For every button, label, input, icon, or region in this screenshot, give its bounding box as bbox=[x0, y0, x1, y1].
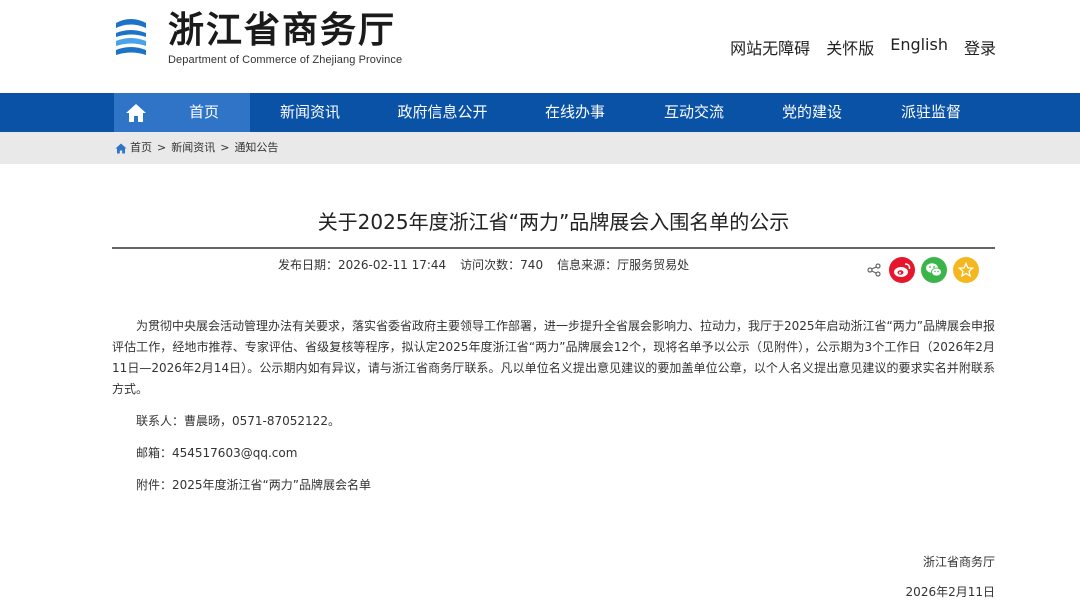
contact-line: 联系人：曹晨旸，0571-87052122。 bbox=[136, 414, 340, 428]
site-header: 浙江省商务厅 Department of Commerce of Zhejian… bbox=[0, 0, 1080, 93]
nav-home-button[interactable] bbox=[114, 93, 158, 132]
main-nav: 首页 新闻资讯 政府信息公开 在线办事 互动交流 党的建设 派驻监督 bbox=[0, 93, 1080, 132]
weibo-icon bbox=[894, 263, 911, 277]
article-meta: 发布日期：2026-02-11 17:44 访问次数：740 信息来源：厅服务贸… bbox=[278, 256, 689, 273]
visit-count: 740 bbox=[520, 258, 544, 272]
publish-date: 2026-02-11 17:44 bbox=[338, 258, 447, 272]
signature-org: 浙江省商务厅 bbox=[922, 555, 995, 569]
breadcrumb-bar: 首页 > 新闻资讯 > 通知公告 bbox=[0, 132, 1080, 164]
nav-item-party[interactable]: 党的建设 bbox=[762, 93, 862, 132]
article-paragraph: 为贯彻中央展会活动管理办法有关要求，落实省委省政府主要领导工作部署，进一步提升全… bbox=[112, 319, 995, 396]
login-link[interactable]: 登录 bbox=[964, 35, 996, 59]
nav-item-interaction[interactable]: 互动交流 bbox=[644, 93, 744, 132]
site-logo[interactable]: 浙江省商务厅 Department of Commerce of Zhejian… bbox=[112, 10, 402, 66]
elder-care-link[interactable]: 关怀版 bbox=[826, 35, 874, 59]
wechat-icon bbox=[926, 263, 942, 277]
logo-subtitle: Department of Commerce of Zhejiang Provi… bbox=[168, 54, 403, 66]
home-icon bbox=[126, 103, 146, 122]
article-body: 为贯彻中央展会活动管理办法有关要求，落实省委省政府主要领导工作部署，进一步提升全… bbox=[112, 316, 995, 496]
article-title: 关于2025年度浙江省“两力”品牌展会入围名单的公示 bbox=[317, 210, 790, 234]
share-weibo-button[interactable] bbox=[889, 257, 915, 283]
star-icon bbox=[958, 262, 974, 278]
nav-item-gov-info[interactable]: 政府信息公开 bbox=[385, 93, 500, 132]
breadcrumb: 首页 > 新闻资讯 > 通知公告 bbox=[115, 132, 278, 164]
breadcrumb-notices[interactable]: 通知公告 bbox=[234, 132, 278, 164]
breadcrumb-separator: > bbox=[220, 141, 230, 154]
title-divider bbox=[112, 247, 995, 249]
logo-title: 浙江省商务厅 bbox=[168, 9, 397, 51]
favorite-button[interactable] bbox=[953, 257, 979, 283]
department-logo-icon bbox=[116, 19, 146, 55]
top-links: 网站无障碍 关怀版 English 登录 bbox=[730, 35, 996, 59]
english-link[interactable]: English bbox=[890, 35, 948, 59]
breadcrumb-separator: > bbox=[157, 141, 167, 154]
nav-item-home[interactable]: 首页 bbox=[158, 93, 250, 132]
nav-item-supervision[interactable]: 派驻监督 bbox=[881, 93, 981, 132]
share-wechat-button[interactable] bbox=[921, 257, 947, 283]
breadcrumb-home[interactable]: 首页 bbox=[130, 132, 152, 164]
share-bar bbox=[867, 257, 979, 283]
email-line: 邮箱：454517603@qq.com bbox=[136, 446, 298, 460]
home-icon bbox=[115, 143, 127, 153]
breadcrumb-news[interactable]: 新闻资讯 bbox=[171, 132, 215, 164]
attachment-link[interactable]: 附件：2025年度浙江省“两力”品牌展会名单 bbox=[112, 475, 995, 496]
share-icon bbox=[867, 263, 881, 277]
info-source: 厅服务贸易处 bbox=[617, 258, 690, 272]
visits-label: 访问次数： bbox=[460, 258, 521, 272]
nav-item-news[interactable]: 新闻资讯 bbox=[260, 93, 360, 132]
signature-date: 2026年2月11日 bbox=[905, 585, 995, 599]
date-label: 发布日期： bbox=[278, 258, 339, 272]
accessibility-link[interactable]: 网站无障碍 bbox=[730, 35, 810, 59]
nav-item-online-service[interactable]: 在线办事 bbox=[525, 93, 625, 132]
source-label: 信息来源： bbox=[557, 258, 618, 272]
